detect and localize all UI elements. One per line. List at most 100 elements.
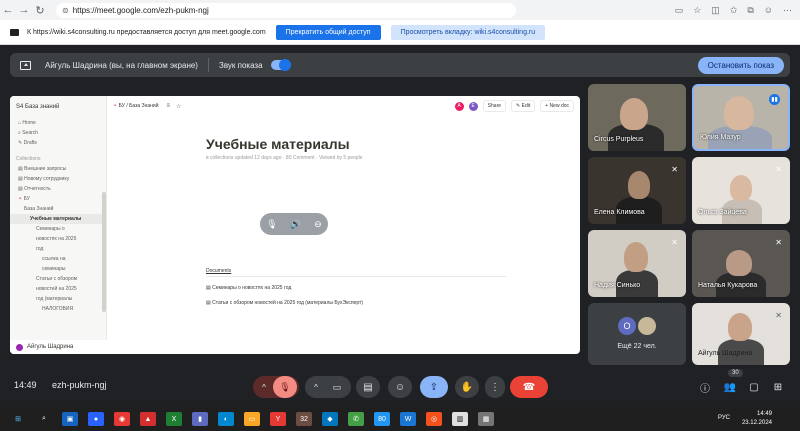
sidebar-tree-item[interactable]: База Знаний	[10, 204, 106, 214]
share-button[interactable]: Share	[482, 100, 507, 112]
more-icon[interactable]: ⊖	[314, 219, 322, 230]
address-bar[interactable]: ⊜ https://meet.google.com/ezh-pukm-ngj	[56, 2, 516, 18]
folder-icon[interactable]: ▭	[244, 412, 260, 426]
volume-icon[interactable]: 🔊	[290, 219, 301, 230]
sidebar-collection[interactable]: ✦ БУ	[10, 194, 106, 204]
forward-icon[interactable]: →	[16, 4, 32, 16]
sidebar-tree-item[interactable]: НАЛОГОВИЯ	[10, 304, 106, 314]
edit-button[interactable]: ✎ Edit	[511, 100, 536, 112]
sidebar-label: Search	[22, 130, 39, 136]
star-icon[interactable]: ☆	[693, 5, 701, 16]
people-button[interactable]: 👥	[720, 376, 740, 398]
raise-hand-button[interactable]: ✋	[455, 376, 479, 398]
sidebar-tree-item[interactable]: ссылка на	[10, 254, 106, 264]
mic-off-icon[interactable]: 🎙	[273, 376, 297, 398]
sidebar-tree-item[interactable]: семинары	[10, 264, 106, 274]
camera-control: ^ ▭	[305, 376, 351, 398]
screen-icon[interactable]: ▭	[675, 5, 684, 16]
excel-icon[interactable]: X	[166, 412, 182, 426]
participant-tile[interactable]: ✕ Надия Синько	[588, 230, 686, 297]
participant-tile[interactable]: ▮▮ Юлия Мазур	[692, 84, 790, 151]
emoji-button[interactable]: ☺	[388, 376, 412, 398]
app-icon[interactable]: ▮	[192, 412, 208, 426]
app-icon[interactable]: ▥	[452, 412, 468, 426]
participant-tile[interactable]: ✕ Айгуль Шадрина	[692, 303, 790, 365]
participant-name: Елена Климова	[594, 209, 645, 216]
document-link[interactable]: ▤ Семинары о новостях на 2025 год	[206, 285, 291, 291]
taskview-icon[interactable]: ▣	[62, 412, 78, 426]
participant-tile[interactable]: ✕ Елена Климова	[588, 157, 686, 224]
word-icon[interactable]: W	[400, 412, 416, 426]
participant-tile[interactable]: Circus Purpleus	[588, 84, 686, 151]
collections-icon[interactable]: ⧉	[747, 5, 753, 16]
captions-button[interactable]: ▤	[356, 376, 380, 398]
hand-icon: ✋	[460, 381, 474, 393]
edge-icon[interactable]: ◐	[218, 412, 234, 426]
chevron-up-icon[interactable]: ^	[307, 383, 325, 392]
favorites-icon[interactable]: ✩	[730, 5, 738, 16]
new-doc-button[interactable]: + New doc	[540, 100, 574, 112]
app-icon[interactable]: ◆	[322, 412, 338, 426]
more-options-button[interactable]: ⋮	[485, 376, 505, 398]
present-button[interactable]: ⇪	[420, 376, 448, 398]
end-call-icon: ☎	[522, 381, 536, 393]
star-icon[interactable]: ☆	[176, 103, 181, 110]
sidebar-scrollbar[interactable]	[102, 192, 106, 312]
app-icon[interactable]: ◎	[426, 412, 442, 426]
sidebar-tree-item[interactable]: год	[10, 244, 106, 254]
app-icon[interactable]: ◉	[114, 412, 130, 426]
sidebar-item-drafts[interactable]: ✎ Drafts	[10, 138, 106, 148]
language-indicator[interactable]: РУС	[718, 415, 730, 421]
sidebar-tree-item[interactable]: Учебные материалы	[10, 214, 106, 224]
sidebar-collection[interactable]: ▤ Отчетность	[10, 184, 106, 194]
system-clock[interactable]: 14:49 23.12.2024	[742, 410, 772, 428]
participant-tile[interactable]: ✕ Ольга Зайцева	[692, 157, 790, 224]
app-icon[interactable]: ●	[88, 412, 104, 426]
view-tab-button[interactable]: Просмотреть вкладку: wiki.s4consulting.r…	[390, 24, 546, 40]
sound-toggle[interactable]	[270, 59, 291, 71]
whatsapp-icon[interactable]: ✆	[348, 412, 364, 426]
reload-icon[interactable]: ↻	[32, 4, 48, 17]
toc-icon[interactable]: ≡	[167, 103, 171, 109]
camera-icon[interactable]: ▭	[325, 382, 349, 393]
stop-sharing-button[interactable]: Прекратить общий доступ	[275, 24, 381, 40]
sidebar-label: БУ	[23, 196, 30, 202]
info-button[interactable]: ⓘ	[695, 376, 715, 398]
participant-name: Юлия Мазур	[700, 134, 741, 141]
search-icon[interactable]: ⌕	[36, 412, 52, 426]
mic-off-icon[interactable]: 🎙	[266, 219, 277, 230]
sidebar-tree-item[interactable]: Статьи с обзором	[10, 274, 106, 284]
chat-button[interactable]: ▢	[744, 376, 764, 398]
app-icon[interactable]: ▦	[478, 412, 494, 426]
app-icon[interactable]: 32	[296, 412, 312, 426]
back-icon[interactable]: ←	[0, 4, 16, 16]
document-link[interactable]: ▤ Статьи с обзором новостей на 2025 год …	[206, 300, 363, 306]
start-icon[interactable]: ⊞	[10, 412, 26, 426]
sidebar-tree-item[interactable]: новостей на 2025	[10, 284, 106, 294]
workspace-name[interactable]: S4 База знаний	[10, 96, 106, 118]
sidebar-collection[interactable]: ▤ Новому сотруднику	[10, 174, 106, 184]
end-call-button[interactable]: ☎	[510, 376, 548, 398]
sidebar-collection[interactable]: ▤ Внешние запросы	[10, 164, 106, 174]
sidebar-user[interactable]: Айгуль Шадрина	[10, 340, 107, 354]
sidebar-tree-item[interactable]: новостях на 2025	[10, 234, 106, 244]
yandex-icon[interactable]: Y	[270, 412, 286, 426]
stop-presenting-button[interactable]: Остановить показ	[697, 56, 784, 74]
sidebar-item-search[interactable]: ⌕ Search	[10, 128, 106, 138]
sidebar-tree-item[interactable]: год (материалы	[10, 294, 106, 304]
profile-icon[interactable]: ☺	[764, 5, 773, 16]
chevron-up-icon[interactable]: ^	[255, 383, 273, 392]
document-title: Семинары о новостях на 2025 год	[212, 285, 292, 291]
others-tile[interactable]: O Ещё 22 чел.	[588, 303, 686, 365]
site-info-icon[interactable]: ⊜	[62, 6, 69, 15]
more-icon[interactable]: ⋯	[783, 5, 792, 16]
app-icon[interactable]: ▲	[140, 412, 156, 426]
activities-button[interactable]: ⊞	[768, 376, 788, 398]
participant-tile[interactable]: ✕ Наталья Кукарова	[692, 230, 790, 297]
sidebar-item-home[interactable]: ⌂ Home	[10, 118, 106, 128]
sidebar-tree-item[interactable]: Семинары о	[10, 224, 106, 234]
breadcrumb[interactable]: ✦ БУ / База Знаний	[113, 103, 159, 109]
app-icon[interactable]: 80	[374, 412, 390, 426]
split-icon[interactable]: ◫	[711, 5, 720, 16]
sidebar-tree: База Знаний Учебные материалы Семинары о но…	[10, 204, 106, 314]
